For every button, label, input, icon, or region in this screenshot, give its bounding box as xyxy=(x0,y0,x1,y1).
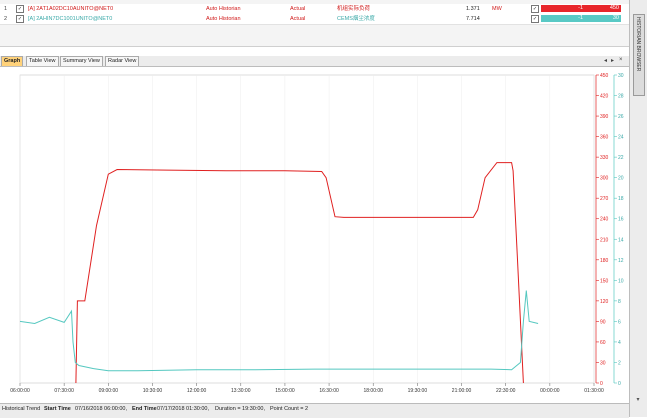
tag-name: [A] 2AT1A02DC10AUNITO@NET0 xyxy=(28,6,114,12)
color-range-box[interactable]: -1 450 xyxy=(541,5,621,12)
status-mode: Historical Trend xyxy=(2,406,41,412)
units-cell: MW xyxy=(492,6,502,12)
y-right-tick-label: 10 xyxy=(618,278,624,284)
y-right-tick-label: 20 xyxy=(618,176,624,182)
start-time-label: Start Time xyxy=(44,406,71,412)
x-tick-label: 16:30:00 xyxy=(319,388,339,394)
tab-prev-icon[interactable]: ◂ xyxy=(604,57,607,64)
source-cell: Auto Historian xyxy=(206,6,241,12)
x-tick-label: 12:00:00 xyxy=(187,388,207,394)
y-left-tick-label: 360 xyxy=(600,135,609,141)
visible-checkbox[interactable]: ✓ xyxy=(531,5,539,13)
y-right-tick-label: 26 xyxy=(618,114,624,120)
y-right-tick-label: 28 xyxy=(618,94,624,100)
y-left-tick-label: 330 xyxy=(600,155,609,161)
row-index: 1 xyxy=(4,6,8,12)
visible-checkbox[interactable]: ✓ xyxy=(531,15,539,23)
y-left-tick-label: 0 xyxy=(600,381,603,387)
x-tick-label: 15:00:00 xyxy=(275,388,295,394)
max-cell: 450 xyxy=(609,5,619,11)
trend-chart: 06:00:00 07:30:00 09:00:00 10:30:00 12:00:00… xyxy=(10,73,624,394)
plot-background xyxy=(19,74,595,384)
y-left-tick-label: 450 xyxy=(600,73,609,79)
mode-cell: Actual xyxy=(290,6,306,12)
y-left-tick-label: 180 xyxy=(600,258,609,264)
x-tick-label: 21:00:00 xyxy=(452,388,472,394)
tab-summary-view[interactable]: Summary View xyxy=(60,56,103,66)
y-right-tick-label: 6 xyxy=(618,319,621,325)
tab-next-icon[interactable]: ▸ xyxy=(611,57,614,64)
source-cell: Auto Historian xyxy=(206,16,241,22)
min-cell: -1 xyxy=(578,15,583,21)
trend-table: 1 ✓ [A] 2AT1A02DC10AUNITO@NET0 Auto Hist… xyxy=(0,0,629,47)
x-tick-label: 01:30:00 xyxy=(584,388,604,394)
color-range-box[interactable]: -1 30 xyxy=(541,15,621,22)
y-right-tick-label: 12 xyxy=(618,258,624,264)
y-right-tick-label: 14 xyxy=(618,237,624,243)
x-tick-label: 18:00:00 xyxy=(363,388,383,394)
row-index: 2 xyxy=(4,16,8,22)
value-cell: 7.714 xyxy=(466,16,480,22)
tab-graph[interactable]: Graph xyxy=(1,56,24,66)
duration-text: Duration = 19:30:00, xyxy=(215,406,265,412)
historian-browser-tab[interactable]: HISTORIAN BROWSER xyxy=(633,14,645,96)
description-cell: 机组实际负荷 xyxy=(337,6,371,12)
start-time-value: 07/16/2018 06:00:00, xyxy=(75,406,127,412)
x-tick-label: 22:30:00 xyxy=(496,388,516,394)
y-left-tick-label: 120 xyxy=(600,299,609,305)
x-tick-label: 13:30:00 xyxy=(231,388,251,394)
y-left-tick-label: 210 xyxy=(600,237,609,243)
y-right-tick-label: 30 xyxy=(618,73,624,79)
y-right-tick-label: 8 xyxy=(618,299,621,305)
trend-plot-area[interactable]: 06:00:00 07:30:00 09:00:00 10:30:00 12:00:00… xyxy=(0,67,629,400)
mode-cell: Actual xyxy=(290,16,306,22)
tab-close-icon[interactable]: × xyxy=(619,57,623,63)
end-time-value: 07/17/2018 01:30:00, xyxy=(157,406,209,412)
table-row[interactable]: 2 ✓ [A] 2AHIN7DC1001UNITO@NET0 Auto Hist… xyxy=(0,14,629,25)
side-tab-label: HISTORIAN BROWSER xyxy=(635,17,641,72)
point-count-text: Point Count = 2 xyxy=(270,406,309,412)
row-checkbox[interactable]: ✓ xyxy=(16,15,24,23)
row-checkbox[interactable]: ✓ xyxy=(16,5,24,13)
y-right-tick-label: 16 xyxy=(618,217,624,223)
y-right-tick-label: 22 xyxy=(618,155,624,161)
x-tick-label: 06:00:00 xyxy=(10,388,30,394)
scroll-down-arrow-icon[interactable]: ▾ xyxy=(632,396,644,403)
y-left-tick-label: 30 xyxy=(600,360,606,366)
tab-radar-view[interactable]: Radar View xyxy=(105,56,140,66)
y-left-tick-label: 150 xyxy=(600,278,609,284)
x-tick-label: 00:00:00 xyxy=(540,388,560,394)
y-left-tick-label: 90 xyxy=(600,319,606,325)
y-left-tick-label: 300 xyxy=(600,176,609,182)
max-cell: 30 xyxy=(612,15,619,21)
view-tab-bar: Graph Table View Summary View Radar View… xyxy=(0,56,629,67)
x-tick-label: 07:30:00 xyxy=(54,388,74,394)
y-left-tick-label: 270 xyxy=(600,196,609,202)
end-time-label: End Time xyxy=(132,406,157,412)
y-right-tick-label: 4 xyxy=(618,340,621,346)
y-right-tick-label: 2 xyxy=(618,360,621,366)
y-right-tick-label: 0 xyxy=(618,381,621,387)
y-right-tick-label: 24 xyxy=(618,135,624,141)
y-left-tick-label: 420 xyxy=(600,94,609,100)
x-tick-label: 10:30:00 xyxy=(143,388,163,394)
x-tick-label: 09:00:00 xyxy=(99,388,119,394)
status-bar: Historical Trend Start Time 07/16/2018 0… xyxy=(0,403,629,418)
y-left-tick-label: 390 xyxy=(600,114,609,120)
y-left-tick-label: 60 xyxy=(600,340,606,346)
x-tick-label: 19:30:00 xyxy=(408,388,428,394)
y-right-tick-label: 18 xyxy=(618,196,624,202)
description-cell: CEMS烟尘浓度 xyxy=(337,16,375,22)
min-cell: -1 xyxy=(578,5,583,11)
y-left-tick-label: 240 xyxy=(600,217,609,223)
tag-name: [A] 2AHIN7DC1001UNITO@NET0 xyxy=(28,16,113,22)
value-cell: 1.371 xyxy=(466,6,480,12)
tab-table-view[interactable]: Table View xyxy=(26,56,59,66)
